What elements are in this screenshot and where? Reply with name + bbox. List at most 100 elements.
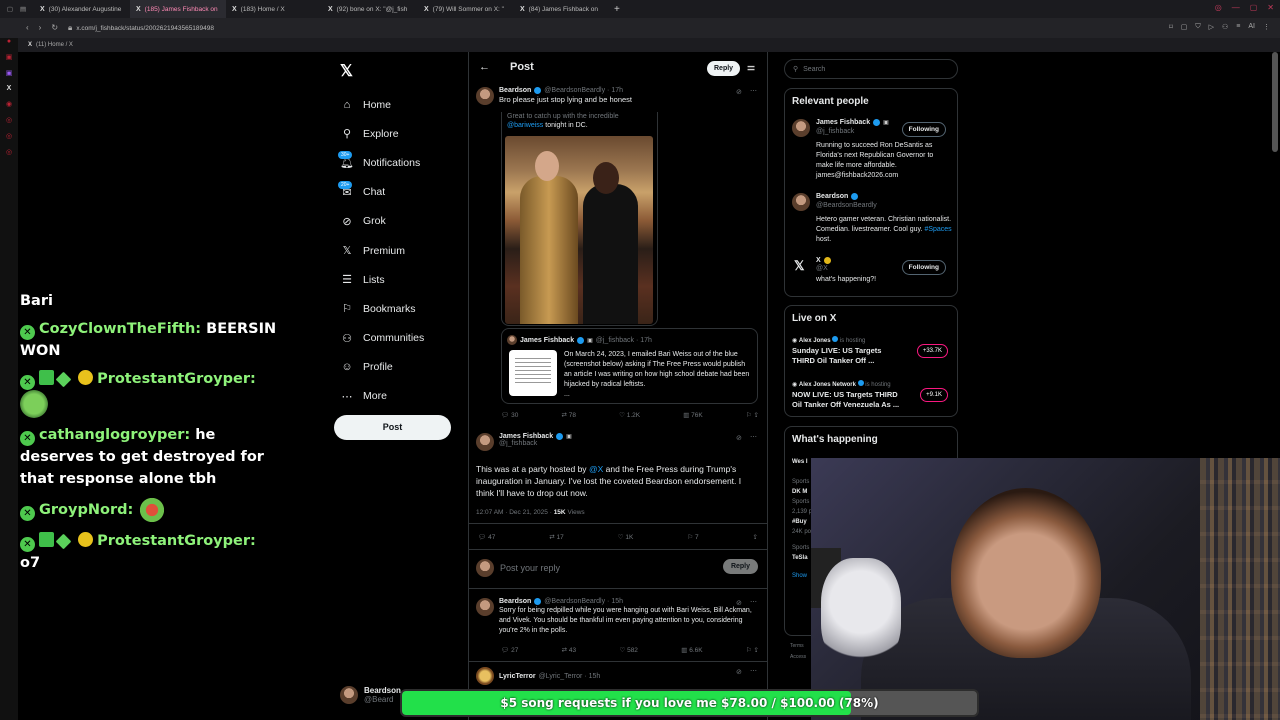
more-icon[interactable]: ⋮ [1263,23,1270,31]
repost-action[interactable]: ⇄ 43 [562,646,577,654]
like-action[interactable]: ♡ 1.2K [619,411,640,419]
reply-submit-button[interactable]: Reply [722,559,758,574]
footer-link[interactable]: Terms [790,641,806,652]
reply-action[interactable]: 💬︎ 27 [501,646,518,654]
bookmark-page-icon[interactable]: ⌑ [1169,23,1173,31]
author-name[interactable]: James Fishback [499,433,553,440]
author-name[interactable]: Beardson [499,598,531,605]
reply-input[interactable]: Post your reply [500,563,560,573]
author-name[interactable]: LyricTerror [499,673,536,680]
bookmark-action[interactable]: ⚐ ⇪ [746,411,759,419]
url-field[interactable]: x.com/j_fishback/status/2002621943565189… [76,25,214,32]
new-tab-button[interactable]: + [614,4,620,15]
sidebar-app-icon[interactable]: ◎ [6,132,12,140]
header-reply-button[interactable]: Reply [707,61,741,76]
tweet-mention[interactable]: @X [589,464,603,474]
grok-icon[interactable]: ⊘ [736,434,742,442]
repost-action[interactable]: ⇄ 78 [561,411,576,419]
sidebar-app-icon[interactable]: ◎ [6,116,12,124]
bookmark-action[interactable]: ⚐ ⇪ [746,646,759,654]
sidebar-app-icon[interactable]: ◉ [6,100,12,108]
extensions-icon[interactable]: ⚇ [1222,23,1228,31]
grok-icon[interactable]: ⊘ [736,88,742,96]
more-options-icon[interactable]: ⋯ [750,87,757,95]
show-more-link[interactable]: Show [792,571,812,581]
share-icon[interactable]: ⇪ [754,647,759,654]
page-scrollbar[interactable] [1272,52,1278,152]
nav-home[interactable]: ⌂ Home [340,90,470,119]
like-action[interactable]: ♡ 582 [619,646,638,654]
sidebar-app-icon[interactable]: ● [7,38,11,45]
close-window-icon[interactable]: ✕ [1267,3,1274,12]
more-options-icon[interactable]: ⋯ [750,667,757,675]
reply-tweet[interactable]: Beardson @BeardsonBeardly · 15h Sorry for… [476,598,762,636]
nav-premium[interactable]: 𝕏 Premium [340,236,470,265]
shield-icon[interactable]: ⛉ [1195,23,1200,31]
browser-tab[interactable]: X (30) Alexander Augustine [34,0,130,18]
bookmark-action[interactable]: ⚐ 7 [687,533,698,541]
reply-tweet[interactable]: LyricTerror @Lyric_Terror · 15h ⊘ ⋯ [476,667,762,685]
reply-action[interactable]: 💬︎ 47 [478,533,495,541]
browser-tab-active[interactable]: X (185) James Fishback on [130,0,226,18]
filter-icon[interactable]: ⚌ [747,62,755,73]
minimize-icon[interactable]: — [1232,3,1240,12]
bookmark-item[interactable]: (11) Home / X [36,42,73,48]
share-icon[interactable]: ⇪ [753,533,758,541]
person-bio-hashtag[interactable]: #Spaces [924,226,951,233]
nav-grok[interactable]: ⊘ Grok [340,207,470,236]
lock-icon[interactable]: 🔒︎ [68,23,72,33]
live-item[interactable]: ◉ Alex Jones Network is hosting NOW LIVE… [792,380,952,414]
reload-icon[interactable]: ↻ [51,23,58,33]
following-button[interactable]: Following [901,260,946,275]
nav-communities[interactable]: ⚇ Communities [340,324,470,353]
more-options-icon[interactable]: ⋯ [750,598,757,606]
main-tweet[interactable]: James Fishback ▣ @j_fishback ⊘ ⋯ This was… [476,433,762,516]
avatar[interactable] [476,87,494,105]
back-icon[interactable]: ‹ [26,23,29,33]
sidebar-app-icon[interactable]: ◎ [6,148,12,156]
x-logo-icon[interactable]: 𝕏 [340,61,353,81]
tweet-photo[interactable] [505,136,653,324]
post-button[interactable]: Post [334,415,451,440]
nav-profile[interactable]: ☺ Profile [340,353,470,382]
more-options-icon[interactable]: ⋯ [750,433,757,441]
screenshot-icon[interactable]: ▢ [1181,23,1188,31]
nav-more[interactable]: ⋯ More [340,382,470,411]
account-switcher[interactable]: Beardson @Beard [340,686,401,704]
live-item[interactable]: ◉ Alex Jones is hosting Sunday LIVE: US … [792,336,952,370]
browser-tab[interactable]: X (92) bone on X: "@j_fish [322,0,418,18]
sidebar-app-icon[interactable]: ▣ [6,69,13,77]
author-name[interactable]: Beardson [499,87,531,94]
browser-tab[interactable]: X (183) Home / X [226,0,322,18]
avatar[interactable] [476,598,494,616]
trend-item[interactable]: TeSla [792,553,812,563]
forward-icon[interactable]: › [39,23,42,33]
nav-bookmarks[interactable]: ⚐ Bookmarks [340,294,470,323]
browser-tab[interactable]: X (79) Will Sommer on X: " [418,0,514,18]
ai-button[interactable]: AI [1248,23,1255,31]
nav-lists[interactable]: ☰ Lists [340,265,470,294]
nav-chat[interactable]: 20+ ✉ Chat [338,178,470,207]
grok-icon[interactable]: ⊘ [736,599,742,607]
trend-item[interactable]: DK M [792,487,812,497]
workspaces-icon[interactable]: ▤ [20,5,34,13]
following-button[interactable]: Following [901,122,946,137]
grok-icon[interactable]: ⊘ [736,668,742,676]
maximize-icon[interactable]: ▢ [1250,3,1258,12]
tweet[interactable]: Beardson @BeardsonBeardly · 17h Bro pleas… [476,87,762,105]
play-icon[interactable]: ▷ [1209,23,1214,31]
like-action[interactable]: ♡ 1K [618,533,634,541]
avatar[interactable] [476,667,494,685]
views-action[interactable]: ▥ 6.6K [681,646,702,654]
menu-icon[interactable]: ≡ [1236,23,1240,31]
x-logo-icon[interactable]: X [7,85,12,92]
search-box[interactable]: ⚲ Search [784,59,958,79]
trend-item[interactable]: Wes I [792,457,812,467]
footer-link[interactable]: Access [790,652,806,663]
tweet-time[interactable]: 12:07 AM · Dec 21, 2025 · [476,509,554,516]
trend-item[interactable]: #Buy [792,517,812,527]
browser-tab[interactable]: X (84) James Fishback on [514,0,610,18]
reply-action[interactable]: 💬︎ 30 [501,411,518,419]
sidebar-app-icon[interactable]: ▣ [6,53,13,61]
tab-actions-icon[interactable]: ▢ [0,5,20,13]
